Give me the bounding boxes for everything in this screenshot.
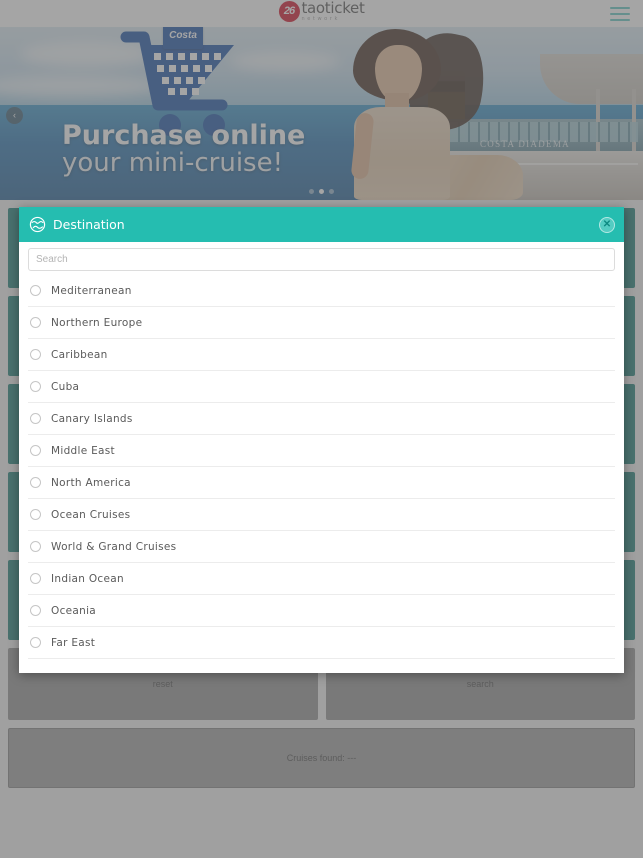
destination-option[interactable]: Far East bbox=[28, 627, 615, 659]
destination-option-label: North America bbox=[51, 476, 131, 489]
destination-option-label: Middle East bbox=[51, 444, 115, 457]
radio-icon[interactable] bbox=[30, 413, 41, 424]
destination-option-label: Oceania bbox=[51, 604, 97, 617]
search-input[interactable] bbox=[28, 248, 615, 271]
destination-option-label: Far East bbox=[51, 636, 96, 649]
radio-icon[interactable] bbox=[30, 381, 41, 392]
destination-option[interactable]: Oceania bbox=[28, 595, 615, 627]
radio-icon[interactable] bbox=[30, 349, 41, 360]
radio-icon[interactable] bbox=[30, 445, 41, 456]
modal-header: Destination ✕ bbox=[19, 207, 624, 242]
destination-option-label: Cuba bbox=[51, 380, 80, 393]
destination-option[interactable]: Northern Europe bbox=[28, 307, 615, 339]
radio-icon[interactable] bbox=[30, 541, 41, 552]
close-icon[interactable]: ✕ bbox=[599, 216, 615, 233]
destination-option[interactable]: World & Grand Cruises bbox=[28, 531, 615, 563]
page-root: 26 taoticket network COSTA DIADEMA Cost bbox=[0, 0, 643, 858]
destination-option[interactable]: North America bbox=[28, 467, 615, 499]
modal-title: Destination bbox=[53, 217, 125, 232]
destination-option-label: Canary Islands bbox=[51, 412, 133, 425]
destination-option[interactable]: Indian Ocean bbox=[28, 563, 615, 595]
radio-icon[interactable] bbox=[30, 317, 41, 328]
radio-icon[interactable] bbox=[30, 285, 41, 296]
destination-option[interactable]: Middle East bbox=[28, 435, 615, 467]
destination-option[interactable]: Caribbean bbox=[28, 339, 615, 371]
radio-icon[interactable] bbox=[30, 637, 41, 648]
destination-option[interactable]: Mediterranean bbox=[28, 275, 615, 307]
destination-option[interactable]: Ocean Cruises bbox=[28, 499, 615, 531]
globe-icon bbox=[29, 216, 46, 233]
destination-option[interactable]: Canary Islands bbox=[28, 403, 615, 435]
modal-footer-spacer bbox=[28, 659, 615, 673]
modal-body: Mediterranean Northern Europe Caribbean … bbox=[19, 242, 624, 673]
destination-option-list: Mediterranean Northern Europe Caribbean … bbox=[28, 275, 615, 659]
destination-option-label: World & Grand Cruises bbox=[51, 540, 177, 553]
destination-option-label: Indian Ocean bbox=[51, 572, 124, 585]
radio-icon[interactable] bbox=[30, 509, 41, 520]
destination-option-label: Mediterranean bbox=[51, 284, 132, 297]
destination-option-label: Caribbean bbox=[51, 348, 108, 361]
radio-icon[interactable] bbox=[30, 573, 41, 584]
destination-modal: Destination ✕ Mediterranean Northern Eur… bbox=[19, 207, 624, 673]
destination-option[interactable]: Cuba bbox=[28, 371, 615, 403]
destination-option-label: Ocean Cruises bbox=[51, 508, 131, 521]
destination-option-label: Northern Europe bbox=[51, 316, 143, 329]
radio-icon[interactable] bbox=[30, 477, 41, 488]
radio-icon[interactable] bbox=[30, 605, 41, 616]
